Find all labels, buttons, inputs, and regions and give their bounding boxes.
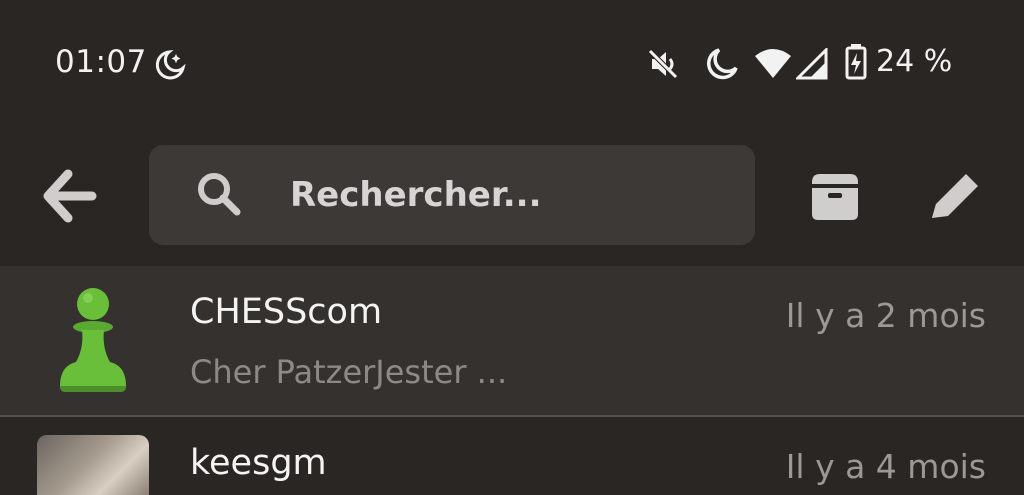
conversation-row-keesgm[interactable]: keesgm Il y a 4 mois <box>0 417 1024 495</box>
mute-icon <box>648 49 678 79</box>
arrow-left-icon[interactable] <box>40 168 100 224</box>
night-mode-icon <box>707 48 738 80</box>
conversation-name: keesgm <box>190 443 327 483</box>
search-input[interactable]: Rechercher... <box>149 145 755 245</box>
pencil-icon[interactable] <box>928 170 982 222</box>
conversation-time: Il y a 4 mois <box>785 447 986 486</box>
battery-percent: 24 % <box>876 44 953 79</box>
clock: 01:07 <box>55 44 147 80</box>
avatar <box>37 435 149 495</box>
chess-pawn-icon <box>60 288 126 392</box>
do-not-disturb-moon-icon <box>155 49 186 80</box>
conversation-name: CHESScom <box>190 292 383 332</box>
conversation-row-chesscom[interactable]: CHESScom Il y a 2 mois Cher PatzerJester… <box>0 266 1024 415</box>
battery-charging-icon <box>845 44 867 80</box>
status-bar: 01:07 24 % <box>0 0 1024 130</box>
conversation-time: Il y a 2 mois <box>785 296 986 335</box>
search-icon <box>198 173 241 216</box>
archive-box-icon[interactable] <box>806 170 864 222</box>
wifi-icon <box>755 49 791 78</box>
conversation-preview: Cher PatzerJester ... <box>190 353 508 391</box>
signal-icon <box>796 48 828 80</box>
search-placeholder: Rechercher... <box>290 175 542 215</box>
